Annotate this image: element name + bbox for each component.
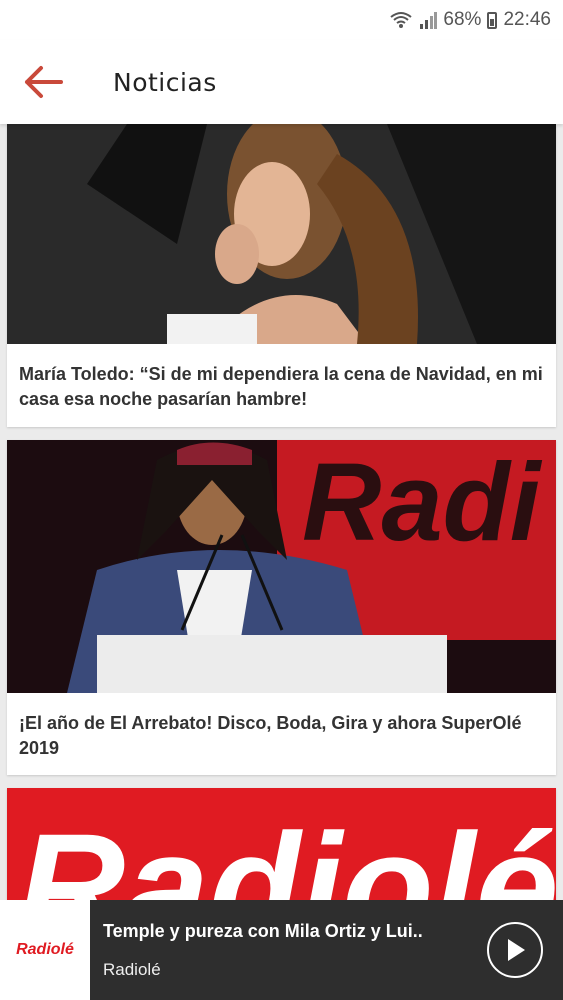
now-playing-title: Temple y pureza con Mila Ortiz y Lui.. <box>103 920 423 941</box>
app-bar: Noticias <box>0 40 563 124</box>
arrow-left-icon <box>25 66 63 98</box>
news-card[interactable]: Radi ¡El año de El Arrebato! Disco, Boda… <box>7 440 556 775</box>
signal-icon <box>419 11 438 29</box>
play-button[interactable] <box>487 922 543 978</box>
news-card[interactable]: María Toledo: “Si de mi dependiera la ce… <box>7 124 556 427</box>
status-time: 22:46 <box>503 9 551 30</box>
news-card[interactable]: Radiolé <box>7 788 556 900</box>
station-name: Radiolé <box>103 959 161 979</box>
news-list[interactable]: María Toledo: “Si de mi dependiera la ce… <box>0 124 563 900</box>
play-icon <box>508 939 525 961</box>
news-image <box>7 124 556 344</box>
news-title: María Toledo: “Si de mi dependiera la ce… <box>19 364 543 409</box>
news-image: Radi <box>7 440 556 693</box>
battery-percent: 68% <box>443 9 482 30</box>
image-text: Radiolé <box>17 802 556 900</box>
news-image: Radiolé <box>7 788 556 900</box>
player-info[interactable]: Temple y pureza con Mila Ortiz y Lui.. R… <box>90 921 487 980</box>
station-logo-text: Radiolé <box>16 941 74 958</box>
battery-icon <box>487 11 498 29</box>
image-text: Radi <box>302 441 543 564</box>
status-bar: 68% 22:46 <box>0 0 563 40</box>
news-title: ¡El año de El Arrebato! Disco, Boda, Gir… <box>19 713 522 758</box>
back-button[interactable] <box>0 40 88 124</box>
mini-player[interactable]: Radiolé Temple y pureza con Mila Ortiz y… <box>0 900 563 1000</box>
page-title: Noticias <box>113 67 217 97</box>
station-logo: Radiolé <box>0 900 90 1000</box>
wifi-icon <box>389 10 413 30</box>
